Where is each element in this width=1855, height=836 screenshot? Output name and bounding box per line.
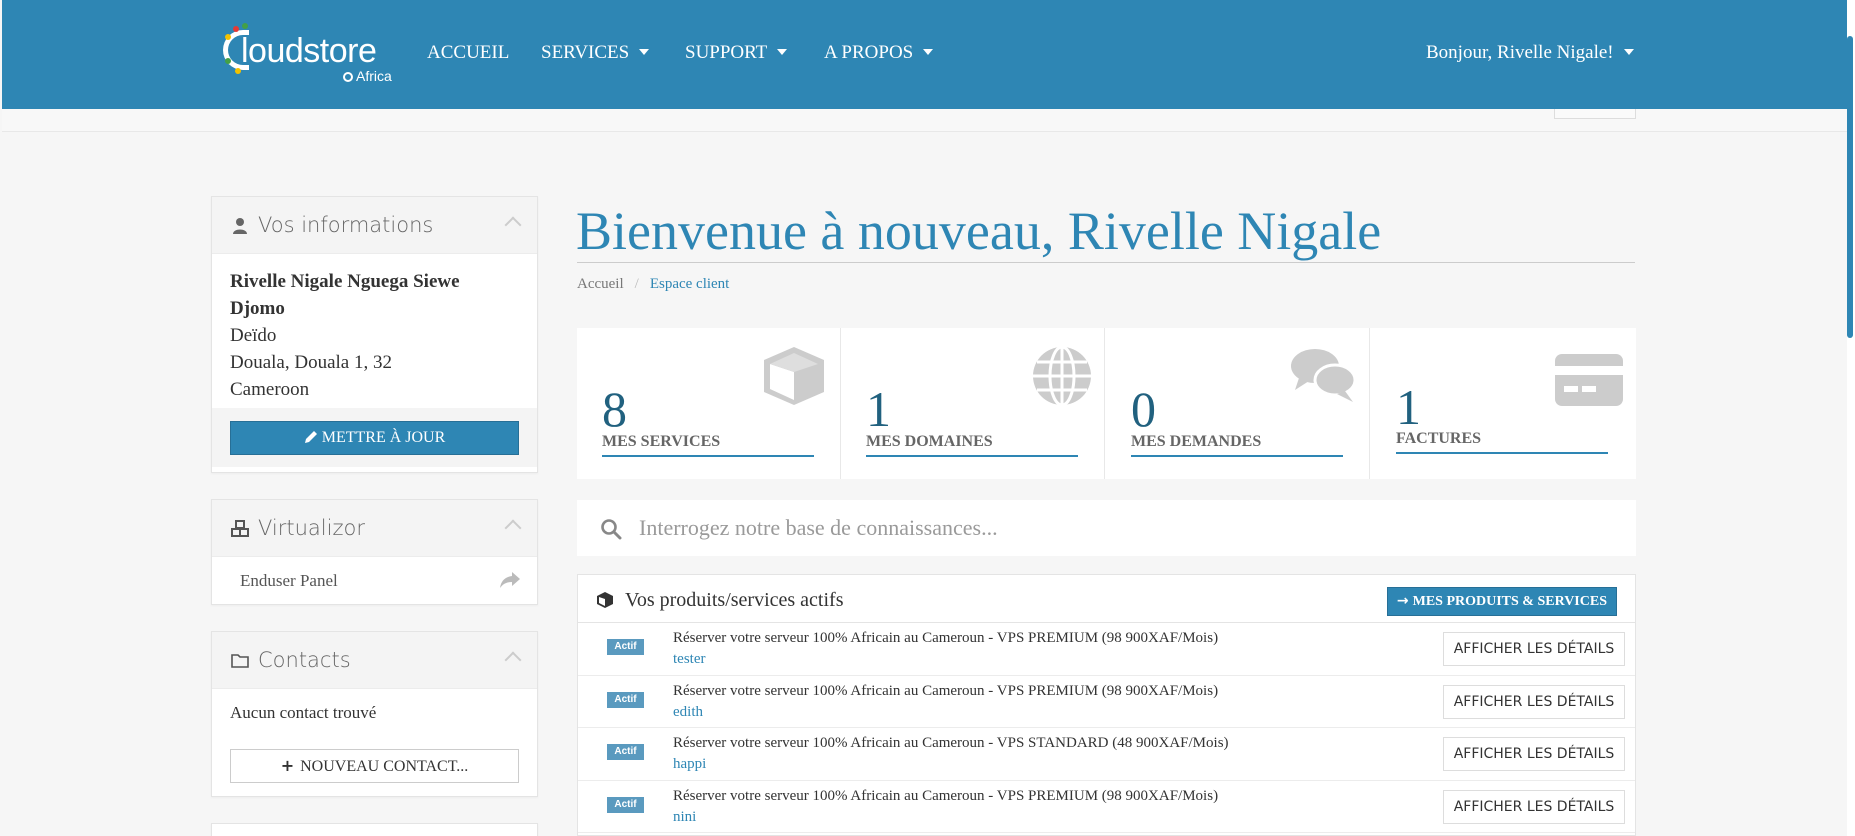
chevron-down-icon: [1623, 49, 1634, 55]
search-icon: [601, 519, 622, 540]
title-divider: [577, 262, 1635, 263]
client-name: Rivelle Nigale Nguega Siewe Djomo: [230, 271, 460, 319]
chevron-up-icon[interactable]: [504, 519, 522, 537]
chevron-down-icon: [639, 49, 650, 55]
client-address-2: Douala, Douala 1, 32: [230, 352, 392, 373]
panel-header[interactable]: Virtualizor: [212, 500, 537, 557]
enduser-panel-link[interactable]: Enduser Panel: [212, 557, 537, 605]
breadcrumb-current[interactable]: Espace client: [650, 276, 730, 292]
breadcrumb-home[interactable]: Accueil: [577, 276, 624, 292]
nav-a-propos[interactable]: A PROPOS: [824, 42, 934, 64]
user-icon: [233, 218, 247, 234]
view-details-button[interactable]: AFFICHER LES DÉTAILS: [1443, 789, 1625, 824]
product-title[interactable]: Réserver votre serveur 100% Africain au …: [673, 683, 1218, 700]
tile-label: MES DOMAINES: [866, 433, 1078, 457]
nav-services[interactable]: SERVICES: [541, 42, 650, 64]
breadcrumb: Accueil / Espace client: [577, 276, 729, 293]
tile-invoices[interactable]: 1 FACTURES: [1371, 328, 1635, 479]
update-button[interactable]: METTRE À JOUR: [230, 421, 519, 455]
view-details-button[interactable]: AFFICHER LES DÉTAILS: [1443, 684, 1625, 719]
chevron-up-icon[interactable]: [504, 651, 522, 669]
status-badge: Actif: [607, 691, 644, 708]
view-details-button[interactable]: AFFICHER LES DÉTAILS: [1443, 737, 1625, 771]
product-username[interactable]: happi: [673, 756, 706, 773]
products-header: Vos produits/services actifs → MES PRODUI…: [578, 575, 1635, 623]
product-username[interactable]: edith: [673, 704, 703, 721]
tile-tickets[interactable]: 0 MES DEMANDES: [1106, 328, 1370, 479]
table-row: Actif Réserver votre serveur 100% Africa…: [578, 676, 1635, 728]
panel-your-information: Vos informations Rivelle Nigale Nguega S…: [211, 196, 538, 473]
tile-value: 1: [866, 381, 891, 437]
tile-value: 1: [1396, 379, 1421, 435]
cube-icon: [764, 347, 824, 405]
cubes-icon: [231, 520, 249, 537]
tile-label: FACTURES: [1396, 430, 1608, 454]
client-country: Cameroon: [230, 379, 310, 400]
chevron-down-icon: [777, 49, 788, 55]
tile-services[interactable]: 8 MES SERVICES: [577, 328, 841, 479]
contacts-body: Aucun contact trouvé + NOUVEAU CONTACT...: [212, 689, 537, 797]
status-badge: Actif: [607, 796, 644, 813]
user-menu[interactable]: Bonjour, Rivelle Nigale!: [1426, 42, 1634, 64]
tile-value: 0: [1131, 381, 1156, 437]
products-title: Vos produits/services actifs: [625, 589, 844, 611]
product-title[interactable]: Réserver votre serveur 100% Africain au …: [673, 735, 1229, 752]
panel-contacts: Contacts Aucun contact trouvé + NOUVEAU C…: [211, 631, 538, 797]
nav-support[interactable]: SUPPORT: [685, 42, 788, 64]
table-row: Actif Réserver votre serveur 100% Africa…: [578, 728, 1635, 781]
view-details-button[interactable]: AFFICHER LES DÉTAILS: [1443, 632, 1625, 666]
comments-icon: [1291, 349, 1357, 402]
cloudstore-logo[interactable]: loudstore Africa: [223, 22, 398, 86]
cube-icon: [597, 592, 613, 608]
tile-label: MES SERVICES: [602, 433, 814, 457]
tile-domains[interactable]: 1 MES DOMAINES: [841, 328, 1105, 479]
no-contacts-text: Aucun contact trouvé: [230, 703, 377, 722]
chevron-up-icon[interactable]: [504, 216, 522, 234]
my-products-button[interactable]: → MES PRODUITS & SERVICES: [1386, 587, 1617, 616]
panel-next: [211, 823, 538, 836]
table-row: Actif Réserver votre serveur 100% Africa…: [578, 623, 1635, 676]
page-title: Bienvenue à nouveau, Rivelle Nigale: [576, 201, 1382, 261]
globe-icon: [1033, 345, 1091, 407]
toolbar-button[interactable]: [1554, 109, 1636, 119]
top-navbar: loudstore Africa ACCUEIL SERVICES SUPPOR…: [2, 0, 1848, 109]
panel-header[interactable]: Vos informations: [212, 197, 537, 254]
search-input[interactable]: [639, 508, 1619, 548]
product-username[interactable]: nini: [673, 809, 696, 826]
panel-title: Contacts: [258, 648, 351, 672]
product-title[interactable]: Réserver votre serveur 100% Africain au …: [673, 630, 1218, 647]
product-title[interactable]: Réserver votre serveur 100% Africain au …: [673, 788, 1218, 805]
table-row: Actif Réserver votre serveur 100% Africa…: [578, 781, 1635, 833]
panel-header[interactable]: Contacts: [212, 632, 537, 689]
new-contact-button[interactable]: + NOUVEAU CONTACT...: [230, 749, 519, 783]
status-badge: Actif: [607, 744, 644, 760]
active-products-panel: Vos produits/services actifs → MES PRODUI…: [577, 574, 1636, 836]
stat-tiles: 8 MES SERVICES 1 MES DOMAINES 0 MES DEMA…: [577, 328, 1636, 479]
status-badge: Actif: [607, 639, 644, 655]
link-label: Enduser Panel: [240, 571, 338, 590]
product-username[interactable]: tester: [673, 651, 705, 668]
pencil-icon: [304, 431, 317, 443]
client-address-1: Deïdo: [230, 325, 277, 346]
panel-title: Virtualizor: [258, 516, 365, 540]
folder-icon: [231, 654, 249, 668]
panel-title: Vos informations: [258, 213, 434, 237]
arrow-right-icon: →: [1396, 593, 1409, 609]
client-details: Rivelle Nigale Nguega Siewe Djomo Deïdo …: [212, 254, 537, 408]
knowledgebase-search: [577, 500, 1636, 556]
logo-text: loudstore: [241, 32, 377, 70]
share-icon: [500, 572, 520, 588]
tile-label: MES DEMANDES: [1131, 433, 1343, 457]
panel-virtualizor: Virtualizor Enduser Panel: [211, 499, 538, 605]
breadcrumb-separator: /: [634, 276, 639, 292]
plus-icon: +: [280, 756, 295, 775]
credit-card-icon: [1555, 354, 1623, 406]
logo-subtext: Africa: [343, 68, 392, 84]
panel-footer: METTRE À JOUR: [212, 408, 537, 467]
tile-value: 8: [602, 381, 627, 437]
chevron-down-icon: [923, 49, 934, 55]
scrollbar-thumb[interactable]: [1847, 36, 1853, 338]
nav-accueil[interactable]: ACCUEIL: [427, 42, 509, 64]
